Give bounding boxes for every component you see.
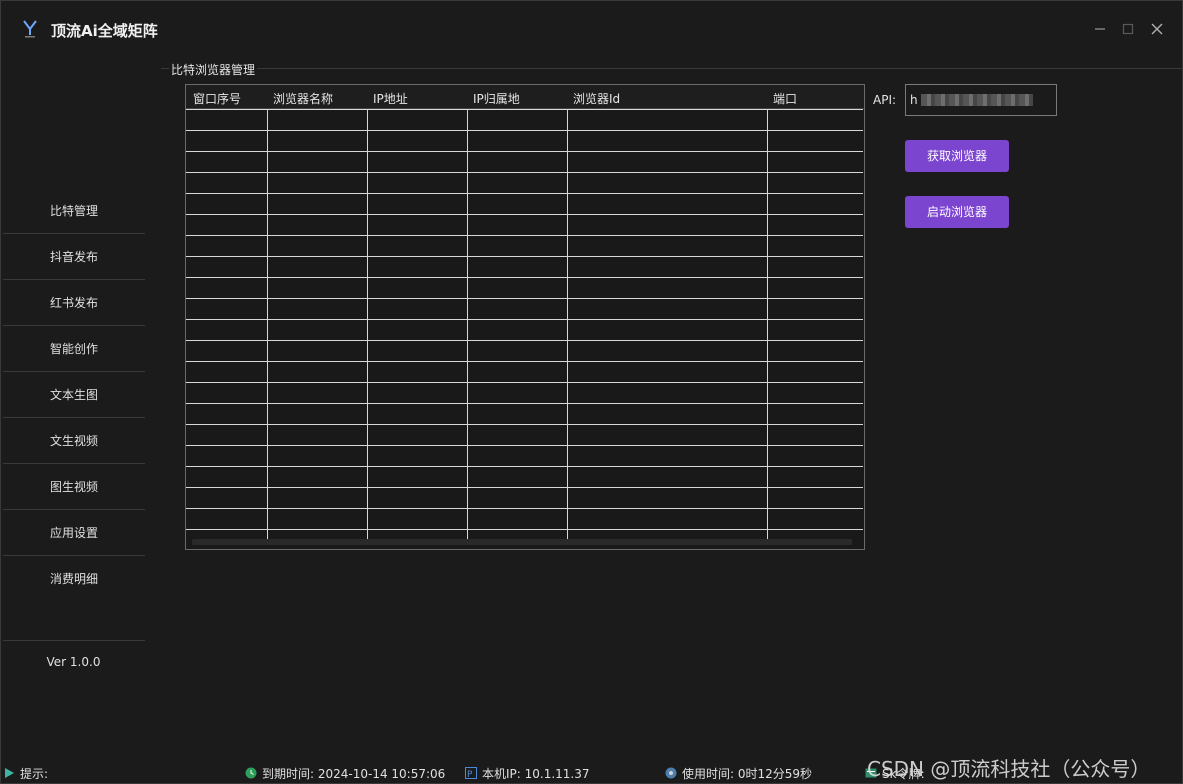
table-column-line	[567, 109, 568, 539]
table-row-line	[186, 109, 863, 110]
sidebar-item-image-to-video[interactable]: 图生视频	[3, 464, 145, 510]
svg-text:P: P	[467, 770, 473, 779]
table-row-line	[186, 424, 863, 425]
table-row-line	[186, 382, 863, 383]
table-row-line	[186, 445, 863, 446]
sidebar-item-douyin-publish[interactable]: 抖音发布	[3, 234, 145, 280]
table-row-line	[186, 340, 863, 341]
status-local-ip: 本机IP: 10.1.11.37	[482, 767, 590, 781]
minimize-icon[interactable]	[1090, 21, 1110, 41]
ip-icon: P	[465, 767, 477, 779]
table-row-line	[186, 361, 863, 362]
table-row-line	[186, 508, 863, 509]
column-header[interactable]: 浏览器Id	[573, 90, 620, 107]
group-title: 比特浏览器管理	[171, 63, 256, 77]
column-header[interactable]: 窗口序号	[193, 90, 241, 107]
version-label: Ver 1.0.0	[46, 655, 101, 669]
group-border-left	[161, 68, 169, 69]
table-row-line	[186, 235, 863, 236]
browser-table[interactable]: 窗口序号 浏览器名称 IP地址 IP归属地 浏览器Id 端口	[185, 84, 865, 550]
column-header[interactable]: IP地址	[373, 90, 408, 107]
title-bar: 顶流Ai全域矩阵	[1, 1, 1182, 61]
table-column-line	[467, 109, 468, 539]
column-header[interactable]: 端口	[773, 90, 797, 107]
sidebar-divider	[3, 640, 145, 641]
api-value-mask	[921, 94, 1033, 106]
table-row-line	[186, 151, 863, 152]
table-row-line	[186, 319, 863, 320]
table-row-line	[186, 172, 863, 173]
sidebar-item-consumption-details[interactable]: 消费明细	[3, 556, 145, 602]
status-usage-time: 使用时间: 0时12分59秒	[682, 767, 813, 781]
table-header: 窗口序号 浏览器名称 IP地址 IP归属地 浏览器Id 端口	[186, 85, 864, 109]
status-tip: 提示:	[20, 767, 49, 781]
table-row-line	[186, 466, 863, 467]
table-row-line	[186, 256, 863, 257]
sidebar-item-smart-creation[interactable]: 智能创作	[3, 326, 145, 372]
table-row-line	[186, 193, 863, 194]
table-column-line	[367, 109, 368, 539]
sidebar-item-text-to-video[interactable]: 文生视频	[3, 418, 145, 464]
group-border	[257, 68, 1182, 69]
column-header[interactable]: 浏览器名称	[273, 90, 333, 107]
start-browser-button[interactable]: 启动浏览器	[905, 196, 1009, 228]
table-row-line	[186, 214, 863, 215]
table-body[interactable]	[186, 109, 864, 539]
sidebar: 比特管理 抖音发布 红书发布 智能创作 文本生图 文生视频 图生视频 应用设置 …	[1, 61, 146, 761]
sidebar-item-text-to-image[interactable]: 文本生图	[3, 372, 145, 418]
get-browser-button[interactable]: 获取浏览器	[905, 140, 1009, 172]
clock-icon	[245, 767, 257, 779]
table-row-line	[186, 130, 863, 131]
sidebar-item-xiaohongshu-publish[interactable]: 红书发布	[3, 280, 145, 326]
app-logo-icon	[23, 20, 37, 38]
table-row-line	[186, 403, 863, 404]
horizontal-scrollbar[interactable]	[192, 539, 852, 545]
sidebar-item-app-settings[interactable]: 应用设置	[3, 510, 145, 556]
app-window: 顶流Ai全域矩阵 比特管理 抖音发布 红书发布 智能创作 文本生图 文生视频 图…	[0, 0, 1183, 784]
table-column-line	[767, 109, 768, 539]
table-row-line	[186, 277, 863, 278]
maximize-icon[interactable]	[1118, 21, 1138, 41]
table-row-line	[186, 529, 863, 530]
info-icon	[5, 768, 14, 778]
table-row-line	[186, 298, 863, 299]
table-column-line	[267, 109, 268, 539]
api-label: API:	[873, 93, 897, 107]
status-expire-time: 到期时间: 2024-10-14 10:57:06	[262, 767, 446, 781]
column-header[interactable]: IP归属地	[473, 90, 520, 107]
usage-time-icon	[665, 767, 677, 779]
csdn-watermark: CSDN @顶流科技社（公众号）	[867, 757, 1151, 781]
close-icon[interactable]	[1147, 21, 1167, 41]
sidebar-item-bit-management[interactable]: 比特管理	[3, 188, 145, 234]
table-row-line	[186, 487, 863, 488]
window-title: 顶流Ai全域矩阵	[51, 22, 158, 40]
